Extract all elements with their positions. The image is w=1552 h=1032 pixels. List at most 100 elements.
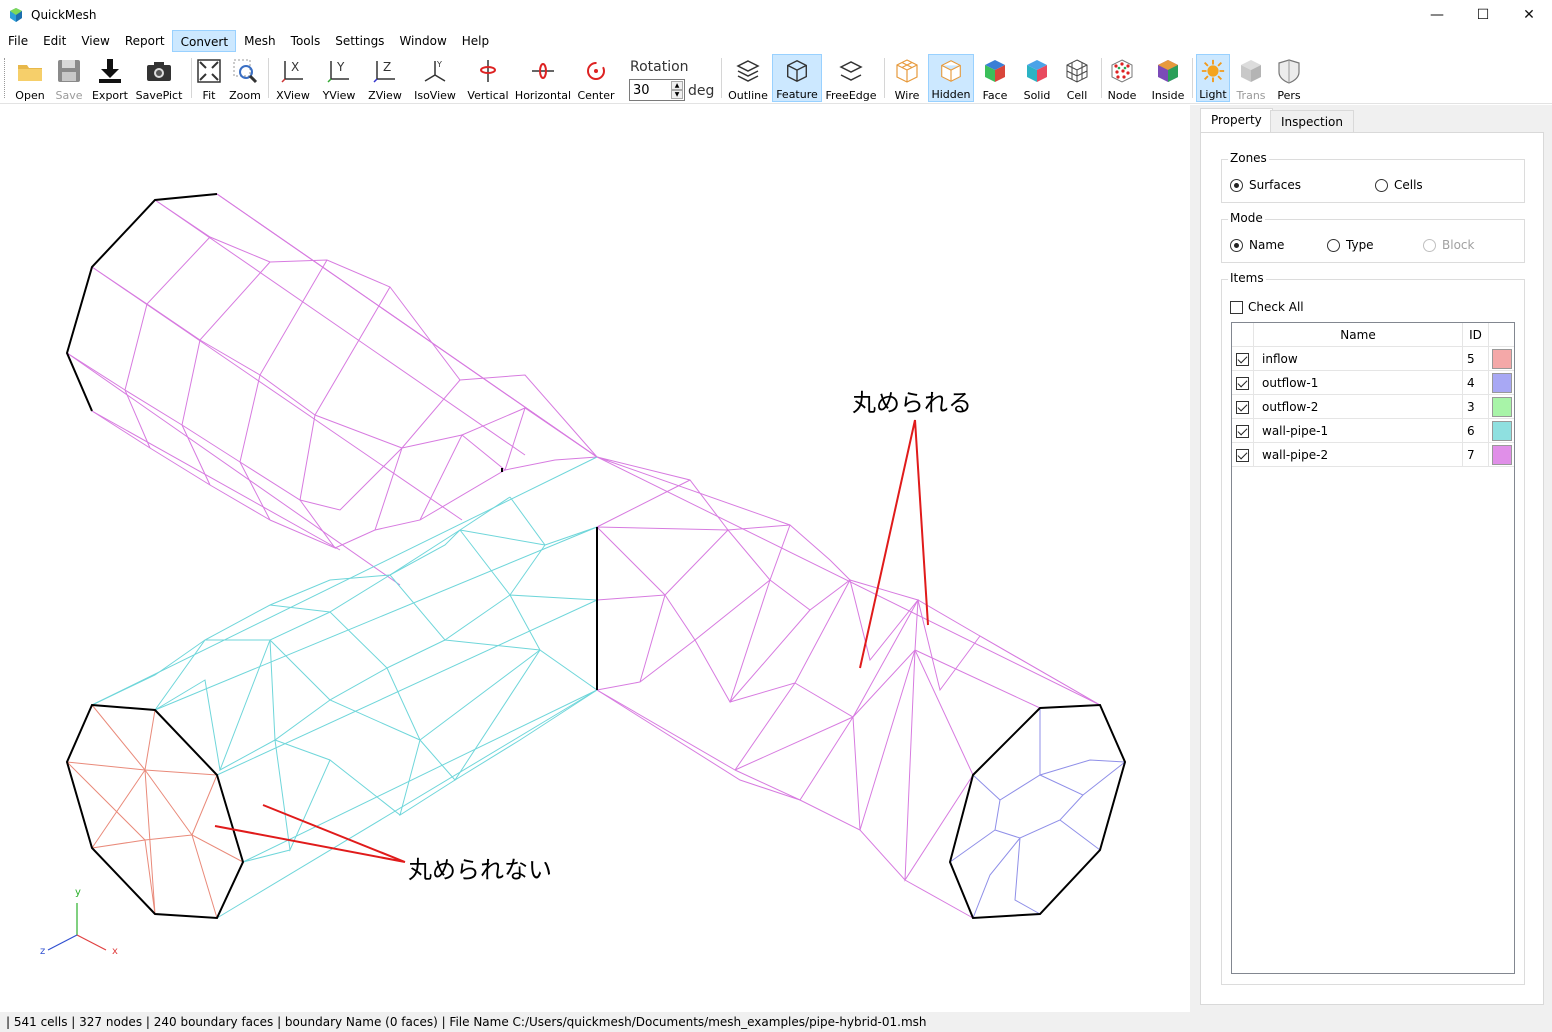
spin-down-icon[interactable]: ▼ — [671, 90, 683, 99]
menu-settings[interactable]: Settings — [327, 30, 391, 52]
axis-z-label: z — [40, 946, 46, 957]
surfaces-radio[interactable]: Surfaces — [1230, 178, 1301, 192]
row-checkbox[interactable] — [1236, 448, 1249, 462]
toolbar: Open Save Export SavePict Fit Zoom X XVi… — [0, 52, 1552, 104]
row-color-swatch[interactable] — [1492, 349, 1512, 369]
items-table-header: Name ID — [1232, 323, 1514, 347]
annotation-not-rounded: 丸められない — [408, 856, 552, 884]
check-all-box[interactable] — [1230, 300, 1243, 314]
title-bar: QuickMesh — ☐ ✕ — [0, 0, 1552, 30]
mode-type-radio[interactable]: Type — [1327, 238, 1374, 252]
row-color-swatch[interactable] — [1492, 373, 1512, 393]
check-all-checkbox[interactable]: Check All — [1230, 300, 1304, 314]
toolbar-grip[interactable] — [4, 58, 6, 98]
fit-button[interactable]: Fit — [195, 54, 223, 102]
face-cube-icon — [985, 60, 1005, 82]
xview-button[interactable]: X XView — [274, 54, 312, 102]
transparent-cube-icon — [1241, 60, 1261, 82]
center-button[interactable]: Center — [576, 54, 616, 102]
wall-pipe-1-mesh — [91, 456, 598, 919]
table-row[interactable]: wall-pipe-1 6 — [1232, 419, 1514, 443]
inside-button[interactable]: Inside — [1148, 54, 1188, 102]
maximize-icon: ☐ — [1476, 7, 1490, 23]
node-button[interactable]: Node — [1105, 54, 1139, 102]
maximize-button[interactable]: ☐ — [1460, 0, 1506, 30]
open-button[interactable]: Open — [12, 54, 48, 102]
hidden-button[interactable]: Hidden — [928, 54, 974, 102]
close-button[interactable]: ✕ — [1506, 0, 1552, 30]
outline-button[interactable]: Outline — [728, 54, 768, 102]
mode-block-radio[interactable]: Block — [1423, 238, 1474, 252]
wire-button[interactable]: Wire — [890, 54, 924, 102]
mode-group-title: Mode — [1228, 211, 1265, 225]
isoview-button[interactable]: Y IsoView — [412, 54, 458, 102]
mesh-viewport[interactable]: 丸められる 丸められない y x z — [0, 105, 1190, 1012]
table-row[interactable]: inflow 5 — [1232, 347, 1514, 371]
savepict-button[interactable]: SavePict — [136, 54, 182, 102]
row-name: outflow-1 — [1254, 371, 1463, 395]
table-row[interactable]: outflow-2 3 — [1232, 395, 1514, 419]
pers-button[interactable]: Pers — [1274, 54, 1304, 102]
mesh-render[interactable] — [0, 105, 1190, 1012]
cells-radio[interactable]: Cells — [1375, 178, 1423, 192]
axis-triad — [47, 903, 107, 951]
perspective-shield-icon — [1278, 59, 1300, 84]
row-name: wall-pipe-1 — [1254, 419, 1463, 443]
tab-property[interactable]: Property — [1200, 108, 1273, 134]
light-button[interactable]: Light — [1196, 54, 1230, 102]
tab-inspection[interactable]: Inspection — [1270, 110, 1354, 133]
svg-text:Y: Y — [336, 60, 345, 74]
row-checkbox[interactable] — [1236, 352, 1249, 366]
outline-layers-icon — [736, 60, 760, 82]
face-button[interactable]: Face — [978, 54, 1012, 102]
toolbar-separator — [721, 58, 722, 98]
freeedge-button[interactable]: FreeEdge — [825, 54, 877, 102]
trans-button[interactable]: Trans — [1234, 54, 1268, 102]
zoom-button[interactable]: Zoom — [228, 54, 262, 102]
row-checkbox[interactable] — [1236, 376, 1249, 390]
save-button[interactable]: Save — [52, 54, 86, 102]
spin-up-icon[interactable]: ▲ — [671, 81, 683, 90]
export-button[interactable]: Export — [90, 54, 130, 102]
feature-button[interactable]: Feature — [772, 54, 822, 102]
row-id: 4 — [1463, 371, 1489, 395]
axis-y-label: y — [75, 887, 81, 898]
menu-convert[interactable]: Convert — [171, 30, 237, 52]
menu-report[interactable]: Report — [117, 30, 172, 52]
menu-tools[interactable]: Tools — [283, 30, 328, 52]
table-row[interactable]: outflow-1 4 — [1232, 371, 1514, 395]
menu-mesh[interactable]: Mesh — [236, 30, 283, 52]
rotation-spinbox[interactable]: ▲ ▼ — [629, 79, 685, 101]
table-row[interactable]: wall-pipe-2 7 — [1232, 443, 1514, 467]
minimize-button[interactable]: — — [1414, 0, 1460, 30]
free-edge-icon — [839, 61, 863, 81]
solid-button[interactable]: Solid — [1020, 54, 1054, 102]
rotation-input[interactable] — [633, 82, 671, 98]
row-color-swatch[interactable] — [1492, 421, 1512, 441]
row-checkbox[interactable] — [1236, 424, 1249, 438]
row-color-swatch[interactable] — [1492, 397, 1512, 417]
cell-button[interactable]: Cell — [1060, 54, 1094, 102]
magnifier-icon — [233, 59, 258, 84]
toolbar-separator — [1101, 58, 1102, 98]
vertical-button[interactable]: Vertical — [466, 54, 510, 102]
y-axis-view-icon: Y — [327, 60, 349, 83]
mode-name-radio[interactable]: Name — [1230, 238, 1284, 252]
row-color-swatch[interactable] — [1492, 445, 1512, 465]
row-name: inflow — [1254, 347, 1463, 371]
zview-button[interactable]: Z ZView — [366, 54, 404, 102]
header-name: Name — [1254, 323, 1463, 347]
menu-file[interactable]: File — [0, 30, 35, 52]
yview-button[interactable]: Y YView — [320, 54, 358, 102]
menu-edit[interactable]: Edit — [35, 30, 73, 52]
row-checkbox[interactable] — [1236, 400, 1249, 414]
horizontal-button[interactable]: Horizontal — [515, 54, 571, 102]
wire-cube-icon — [896, 59, 918, 83]
row-id: 7 — [1463, 443, 1489, 467]
menu-window[interactable]: Window — [391, 30, 453, 52]
menu-help[interactable]: Help — [454, 30, 496, 52]
menu-view[interactable]: View — [73, 30, 116, 52]
folder-icon — [18, 65, 42, 81]
row-name: outflow-2 — [1254, 395, 1463, 419]
x-axis-view-icon: X — [281, 60, 303, 83]
